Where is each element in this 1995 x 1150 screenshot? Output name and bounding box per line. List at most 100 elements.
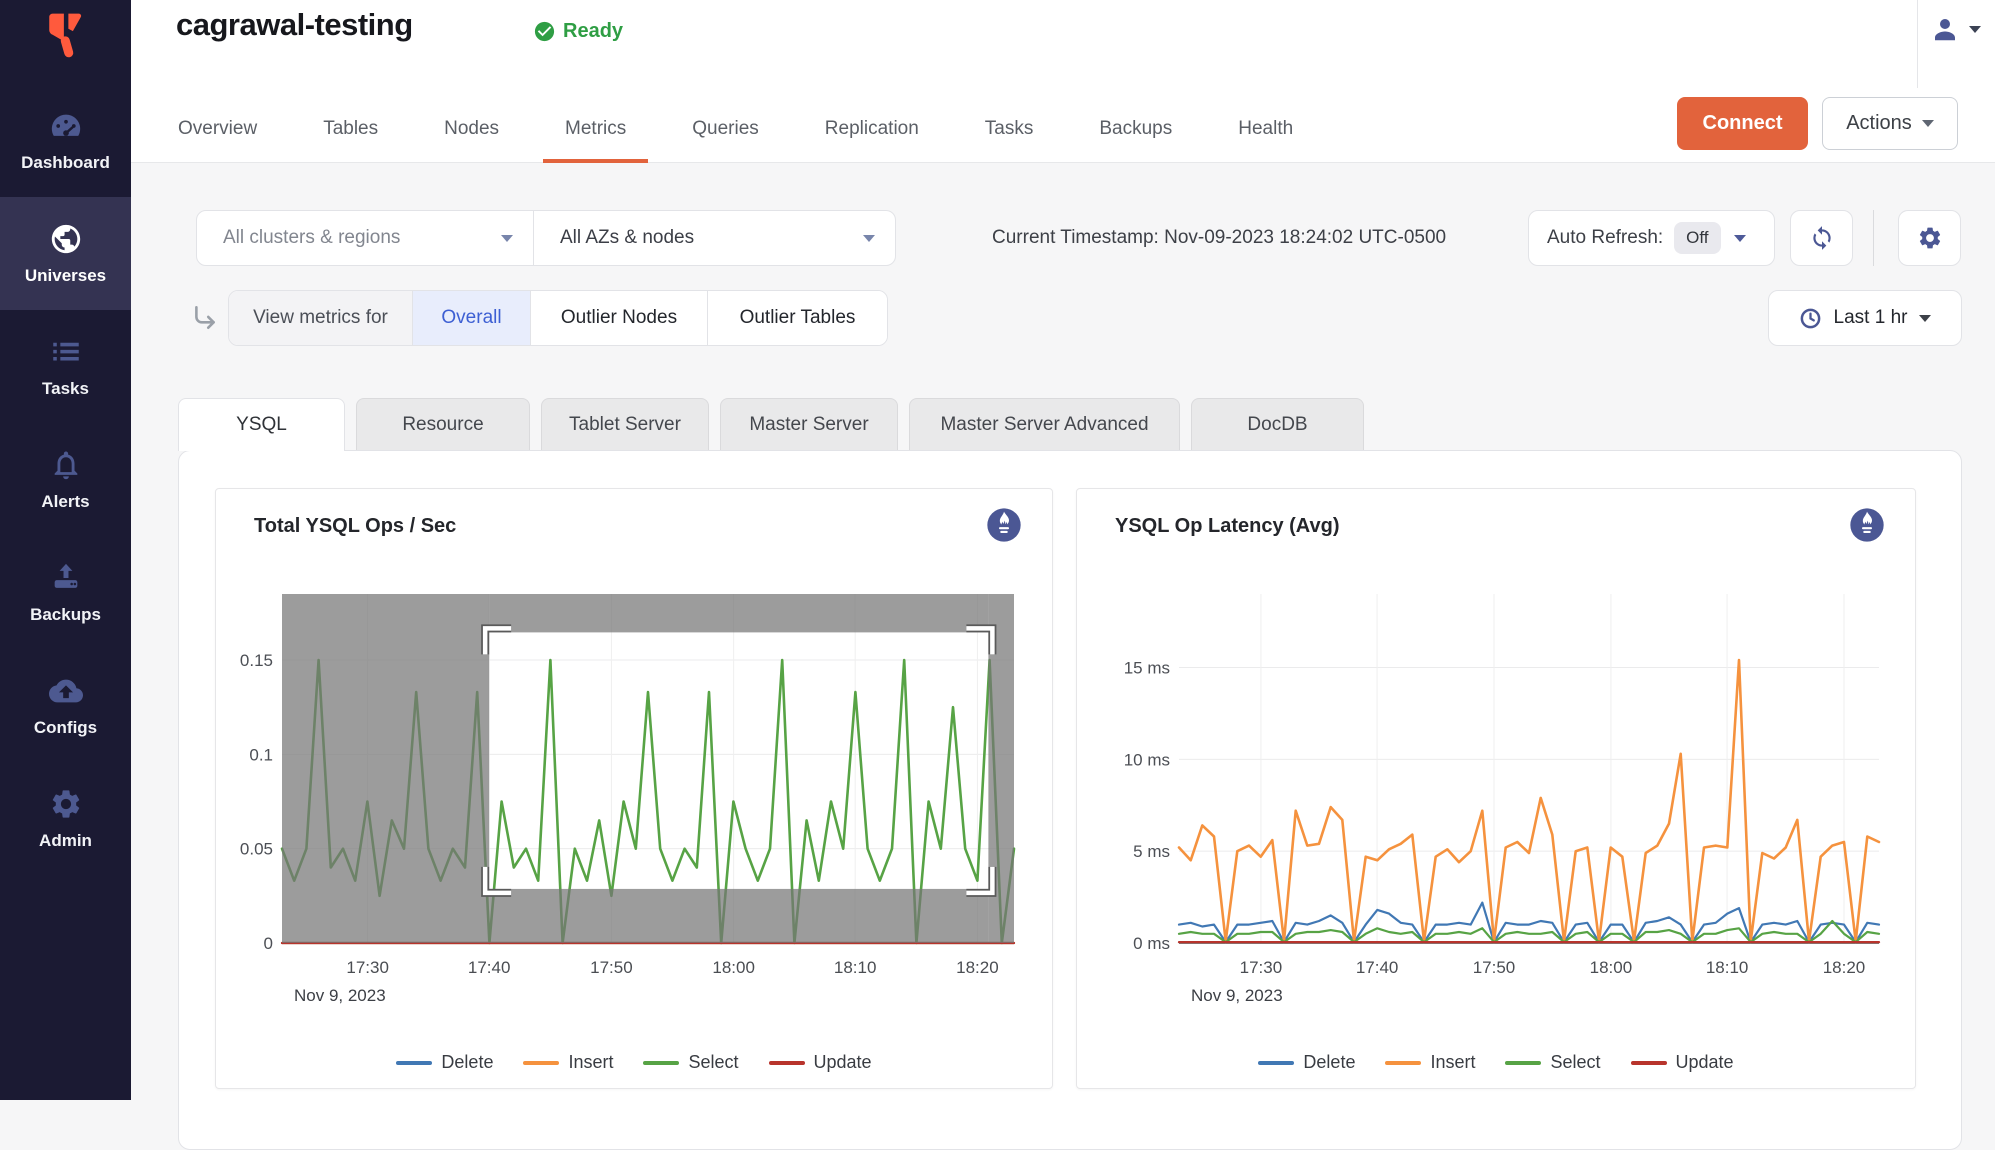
legend-item-insert[interactable]: Insert: [523, 1052, 613, 1073]
legend-swatch: [1385, 1061, 1421, 1065]
prometheus-icon[interactable]: [1847, 505, 1887, 545]
actions-button[interactable]: Actions: [1822, 97, 1958, 150]
sidebar-item-dashboard[interactable]: Dashboard: [0, 84, 131, 197]
chevron-down-icon: [1734, 235, 1746, 242]
legend-item-update[interactable]: Update: [769, 1052, 872, 1073]
filter-row: All clusters & regions All AZs & nodes: [196, 210, 896, 266]
task-list-icon: [48, 334, 84, 370]
view-metrics-label: View metrics for: [229, 291, 413, 345]
auto-refresh-label: Auto Refresh:: [1547, 227, 1663, 249]
tab-tables[interactable]: Tables: [323, 95, 378, 162]
legend-item-insert[interactable]: Insert: [1385, 1052, 1475, 1073]
user-menu-button[interactable]: [1930, 14, 1981, 44]
azs-nodes-value: All AZs & nodes: [560, 227, 694, 249]
sidebar-item-label: Alerts: [41, 492, 89, 512]
metric-tab-master-server[interactable]: Master Server: [720, 398, 898, 450]
refresh-button[interactable]: [1790, 210, 1853, 266]
svg-text:18:20: 18:20: [1823, 958, 1866, 977]
prometheus-icon[interactable]: [984, 505, 1024, 545]
chart-legend: Delete Insert Select Update: [1077, 1052, 1915, 1073]
metric-tab-resource[interactable]: Resource: [356, 398, 530, 450]
mode-outlier-nodes[interactable]: Outlier Nodes: [531, 291, 708, 345]
svg-text:Nov 9, 2023: Nov 9, 2023: [1191, 986, 1283, 1004]
sidebar-item-tasks[interactable]: Tasks: [0, 310, 131, 423]
mode-overall[interactable]: Overall: [413, 291, 531, 345]
sidebar-item-universes[interactable]: Universes: [0, 197, 131, 310]
svg-text:5 ms: 5 ms: [1133, 842, 1170, 861]
latency-chart-card: YSQL Op Latency (Avg) 0 ms5 ms10 ms15 ms…: [1076, 488, 1916, 1089]
legend-swatch: [396, 1061, 432, 1065]
metric-tab-ysql[interactable]: YSQL: [178, 398, 345, 451]
sidebar-item-alerts[interactable]: Alerts: [0, 423, 131, 536]
tab-queries[interactable]: Queries: [692, 95, 759, 162]
sidebar-item-backups[interactable]: Backups: [0, 536, 131, 649]
tab-replication[interactable]: Replication: [825, 95, 919, 162]
legend-swatch: [1505, 1061, 1541, 1065]
toolbar-divider: [1873, 210, 1874, 266]
sidebar-nav: Dashboard Universes Tasks Alerts Ba: [0, 84, 131, 875]
svg-text:0.05: 0.05: [240, 840, 273, 859]
svg-text:18:00: 18:00: [712, 958, 755, 977]
time-range-dropdown[interactable]: Last 1 hr: [1768, 290, 1962, 346]
legend-swatch: [1258, 1061, 1294, 1065]
metric-tab-docdb[interactable]: DocDB: [1191, 398, 1364, 450]
sidebar-item-label: Tasks: [42, 379, 89, 399]
latency-chart-canvas[interactable]: 0 ms5 ms10 ms15 ms17:3017:4017:5018:0018…: [1077, 584, 1887, 1004]
svg-text:10 ms: 10 ms: [1124, 750, 1170, 769]
page-title: cagrawal-testing: [176, 7, 413, 43]
legend-swatch: [1631, 1061, 1667, 1065]
svg-text:0.1: 0.1: [249, 745, 273, 764]
svg-text:17:50: 17:50: [590, 958, 633, 977]
legend-item-delete[interactable]: Delete: [396, 1052, 493, 1073]
time-range-value: Last 1 hr: [1834, 307, 1908, 329]
tab-tasks[interactable]: Tasks: [985, 95, 1034, 162]
chevron-down-icon: [1922, 120, 1934, 127]
clusters-regions-dropdown[interactable]: All clusters & regions: [196, 210, 534, 266]
svg-text:17:30: 17:30: [1240, 958, 1283, 977]
svg-text:0 ms: 0 ms: [1133, 934, 1170, 953]
auto-refresh-value: Off: [1674, 222, 1720, 254]
gear-icon: [48, 786, 84, 822]
azs-nodes-dropdown[interactable]: All AZs & nodes: [533, 210, 896, 266]
legend-item-delete[interactable]: Delete: [1258, 1052, 1355, 1073]
mode-outlier-tables[interactable]: Outlier Tables: [708, 291, 887, 345]
svg-text:18:20: 18:20: [956, 958, 999, 977]
tab-backups[interactable]: Backups: [1099, 95, 1172, 162]
chart-legend: Delete Insert Select Update: [216, 1052, 1052, 1073]
yugabyte-logo-icon[interactable]: [38, 8, 92, 62]
metric-tab-tablet-server[interactable]: Tablet Server: [541, 398, 709, 450]
legend-item-select[interactable]: Select: [1505, 1052, 1600, 1073]
tab-health[interactable]: Health: [1238, 95, 1293, 162]
gear-icon: [1917, 225, 1943, 251]
connect-button[interactable]: Connect: [1677, 97, 1808, 150]
sidebar-item-configs[interactable]: Configs: [0, 649, 131, 762]
tab-nodes[interactable]: Nodes: [444, 95, 499, 162]
metric-tab-master-server-advanced[interactable]: Master Server Advanced: [909, 398, 1180, 450]
clusters-regions-value: All clusters & regions: [223, 227, 400, 249]
legend-item-select[interactable]: Select: [643, 1052, 738, 1073]
svg-text:17:50: 17:50: [1473, 958, 1516, 977]
sidebar: Dashboard Universes Tasks Alerts Ba: [0, 0, 131, 1100]
tab-overview[interactable]: Overview: [178, 95, 257, 162]
status-badge: Ready: [533, 20, 623, 43]
current-timestamp: Current Timestamp: Nov-09-2023 18:24:02 …: [992, 210, 1446, 266]
chevron-down-icon: [1919, 315, 1931, 322]
chevron-down-icon: [863, 235, 875, 242]
metric-category-tabs: YSQL Resource Tablet Server Master Serve…: [178, 398, 1364, 451]
auto-refresh-dropdown[interactable]: Auto Refresh: Off: [1528, 210, 1775, 266]
legend-swatch: [643, 1061, 679, 1065]
status-text: Ready: [563, 20, 623, 43]
sidebar-item-label: Backups: [30, 605, 101, 625]
svg-text:18:10: 18:10: [834, 958, 877, 977]
ops-chart-canvas[interactable]: 00.050.10.1517:3017:4017:5018:0018:1018:…: [216, 584, 1026, 1004]
svg-text:17:40: 17:40: [1356, 958, 1399, 977]
backup-drive-icon: [48, 560, 84, 596]
sidebar-item-admin[interactable]: Admin: [0, 762, 131, 875]
tab-metrics[interactable]: Metrics: [565, 95, 626, 162]
svg-text:18:10: 18:10: [1706, 958, 1749, 977]
legend-item-update[interactable]: Update: [1631, 1052, 1734, 1073]
dashboard-gauge-icon: [48, 108, 84, 144]
svg-text:18:00: 18:00: [1590, 958, 1633, 977]
chart-title: YSQL Op Latency (Avg): [1115, 515, 1339, 538]
metrics-settings-button[interactable]: [1898, 210, 1961, 266]
